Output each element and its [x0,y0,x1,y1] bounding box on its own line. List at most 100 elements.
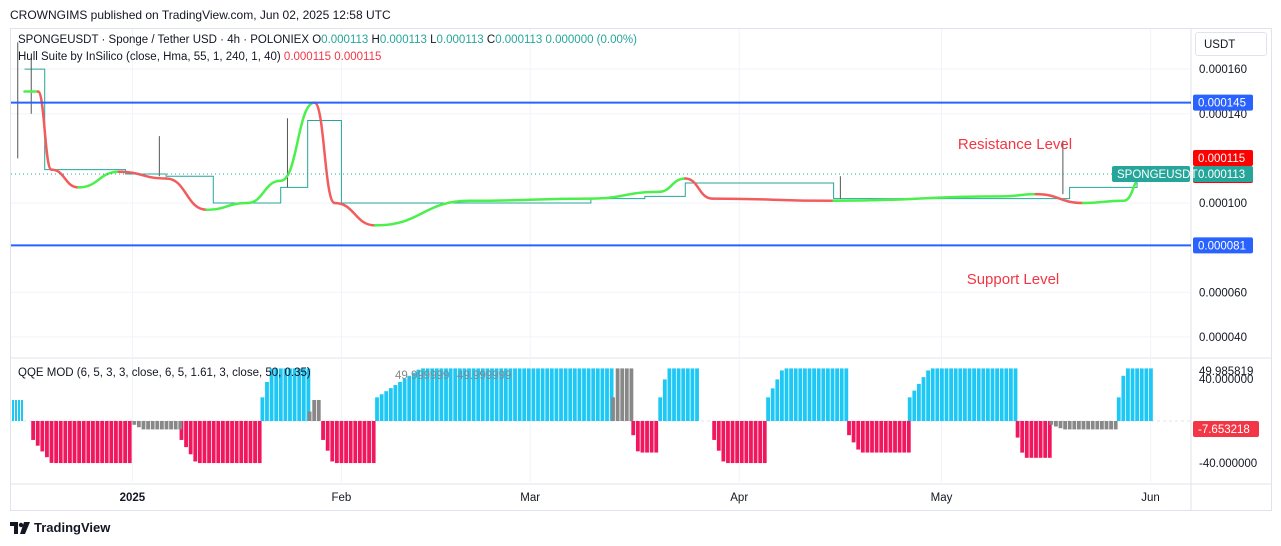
last-price-tag: 0.000113 [1198,169,1245,181]
qqe-bar [141,421,146,430]
qqe-bar [1043,421,1048,458]
qqe-bar [1049,421,1054,425]
hull-segment [684,177,714,200]
qqe-bar [917,383,921,421]
chart-canvas[interactable]: 2025 Feb Mar Apr May Jun0.0001600.0001400.000… [0,0,1281,546]
x-tick-label: Jun [1141,492,1160,504]
qqe-bar [798,368,803,421]
qqe-bar [685,368,690,421]
qqe-bar [307,411,312,421]
qqe-bar [726,421,730,464]
y-tick-label: 0.000060 [1199,287,1247,299]
tradingview-footer[interactable]: TradingView [10,520,110,535]
qqe-bar [1013,368,1018,421]
x-tick-label: Apr [730,492,748,504]
qqe-bar [821,368,826,421]
qqe-bar [150,421,155,430]
qqe-bar [526,368,531,421]
qqe-bar [239,421,244,464]
qqe-bar [926,370,930,421]
qqe-bar [1009,368,1013,421]
qqe-bar [1047,421,1052,458]
qqe-bar [906,421,911,453]
main-legend: SPONGEUSDT · Sponge / Tether USD · 4h · … [18,34,637,46]
qqe-bar [35,421,40,446]
qqe-bar [1063,421,1067,430]
hull-segment [279,101,316,182]
qqe-bar [549,368,554,421]
hull-segment [164,177,208,211]
qqe-bar [1015,421,1020,438]
qqe-bar [536,368,540,421]
qqe-bar [847,421,851,436]
qqe-bar [600,368,605,421]
currency-selector[interactable]: USDT [1195,32,1267,56]
qqe-bar [1077,421,1081,430]
qqe-bar [77,421,82,464]
symbol-label[interactable]: SPONGEUSDT · Sponge / Tether USD · 4h · … [18,34,309,46]
qqe-bar [879,421,884,453]
qqe-bar [812,368,816,421]
qqe-bar [645,421,649,453]
hull-price-tag-1: 0.000115 [1198,153,1245,165]
qqe-bar [631,421,636,436]
qqe-bar [953,368,958,421]
qqe-bar [211,421,216,464]
qqe-bar [784,368,789,421]
qqe-overlay-value-2: 49.999999 [457,370,511,382]
low-value: 0.000113 [436,34,484,46]
symbol-price-tag: SPONGEUSDT [1117,169,1198,181]
qqe-bar [243,421,248,464]
indicator-label[interactable]: Hull Suite by InSilico (close, Hma, 55, … [18,51,281,63]
hull-segment [50,168,80,189]
qqe-bar [1058,421,1063,429]
qqe-bar [851,421,856,443]
qqe-label[interactable]: QQE MOD (6, 5, 3, 3, close, 6, 5, 1.61, … [18,367,311,379]
qqe-bar [944,368,949,421]
qqe-bar [1116,397,1121,421]
qqe-bar [531,368,536,421]
qqe-bar [540,368,545,421]
qqe-bar [95,421,100,464]
qqe-bar [981,368,986,421]
y-tick-label: 0.000100 [1199,198,1247,210]
qqe-bar [624,368,629,421]
support-annotation: Support Level [967,271,1060,288]
qqe-bar [379,394,384,421]
hull-segment [77,170,121,189]
qqe-bar [86,421,91,464]
change-value: 0.000000 (0.00%) [545,34,637,46]
qqe-bar [68,421,72,464]
qqe-y-tick-label: -40.000000 [1199,458,1257,470]
qqe-bar [629,368,634,421]
qqe-bar [169,421,173,430]
qqe-legend: QQE MOD (6, 5, 3, 3, close, 6, 5, 1.61, … [18,367,311,379]
qqe-bar [184,421,188,448]
close-value: 0.000113 [495,34,543,46]
qqe-bar [375,397,379,421]
qqe-current-tag: -7.653218 [1198,424,1250,436]
qqe-bar [803,368,807,421]
qqe-bar [586,368,591,421]
qqe-bar [930,368,935,421]
qqe-bar [1067,421,1072,430]
qqe-bar [312,399,317,421]
qqe-bar [893,421,897,453]
qqe-bar [15,399,17,421]
qqe-bar [18,399,20,421]
tradingview-brand: TradingView [34,520,111,535]
qqe-bar [716,421,721,451]
indicator-value-2: 0.000115 [334,51,382,63]
qqe-bar [762,421,767,464]
support-price-tag: 0.000081 [1198,240,1246,252]
qqe-bar [123,421,128,464]
tradingview-logo-icon [10,521,30,534]
qqe-bar [1024,421,1029,458]
qqe-bar [178,421,183,430]
qqe-bar [572,368,577,421]
hull-segment [1000,192,1038,198]
qqe-bar [780,370,784,421]
qqe-bar [605,368,609,421]
qqe-bar [513,368,517,421]
qqe-bar [1104,421,1109,430]
